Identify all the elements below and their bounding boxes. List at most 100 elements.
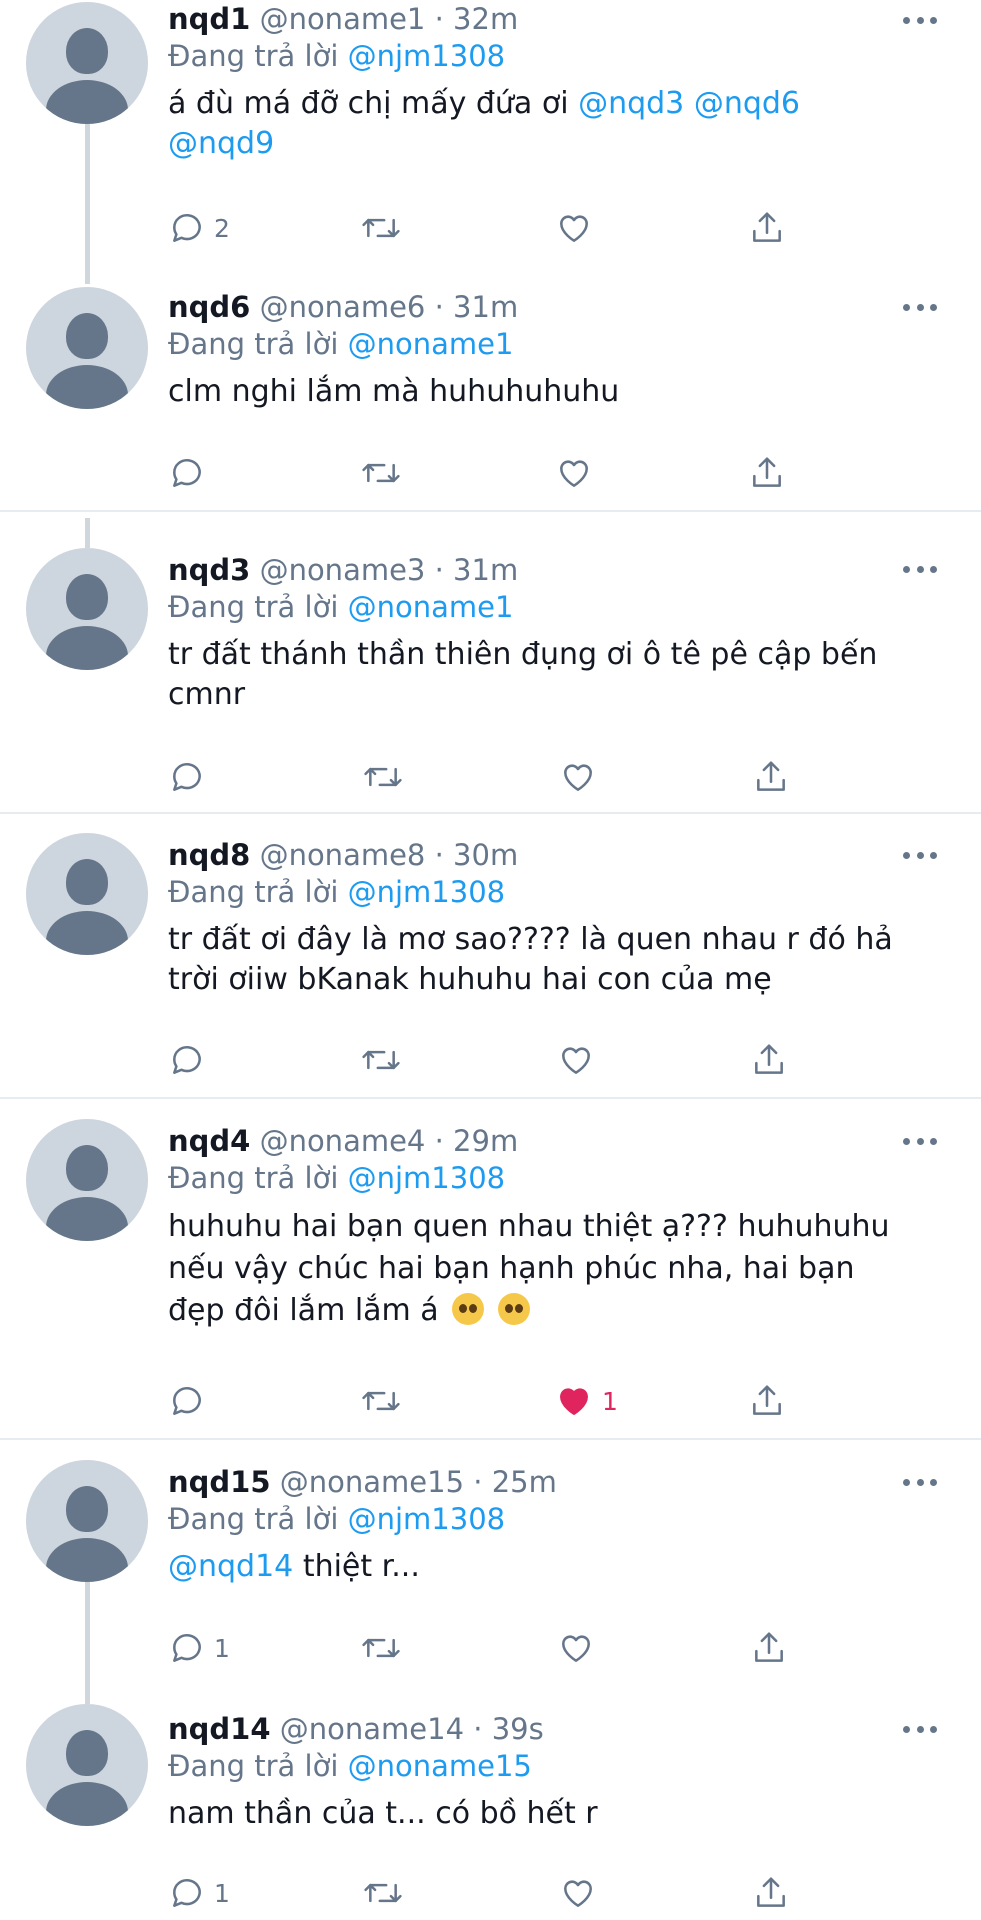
retweet-button[interactable] <box>360 1040 402 1080</box>
retweet-button[interactable] <box>362 757 404 797</box>
timestamp[interactable]: 31m <box>453 290 518 324</box>
like-button[interactable]: 1 <box>554 1381 618 1421</box>
like-button[interactable] <box>556 1628 596 1668</box>
reply-to: Đang trả lời @njm1308 <box>168 1161 506 1195</box>
retweet-button[interactable] <box>360 453 402 493</box>
like-button[interactable] <box>554 453 594 493</box>
timestamp[interactable]: 32m <box>453 2 518 36</box>
retweet-icon <box>362 218 400 238</box>
mention-link[interactable]: @nqd3 <box>578 86 684 121</box>
share-icon <box>757 1877 785 1907</box>
tweet-text: @nqd14 thiệt r... <box>168 1549 420 1584</box>
handle[interactable]: @noname15 <box>280 1465 464 1499</box>
reply-button[interactable] <box>168 757 214 797</box>
handle[interactable]: @noname8 <box>260 838 426 872</box>
display-name[interactable]: nqd14 <box>168 1712 271 1746</box>
display-name[interactable]: nqd1 <box>168 2 250 36</box>
like-button[interactable] <box>558 1873 598 1913</box>
timestamp[interactable]: 29m <box>453 1124 518 1158</box>
divider <box>0 510 981 512</box>
more-icon[interactable] <box>903 566 937 576</box>
reply-icon <box>173 459 201 487</box>
like-filled-icon <box>560 1388 588 1415</box>
like-button[interactable] <box>554 208 594 248</box>
reply-icon <box>173 1387 201 1415</box>
more-icon[interactable] <box>903 304 937 314</box>
timestamp[interactable]: 25m <box>492 1465 557 1499</box>
display-name[interactable]: nqd8 <box>168 838 250 872</box>
reply-button[interactable]: 2 <box>168 208 230 248</box>
share-icon <box>755 1044 783 1074</box>
action-bar <box>168 757 808 797</box>
thread-line <box>85 1582 90 1704</box>
reply-to: Đang trả lời @noname1 <box>168 327 514 361</box>
reply-button[interactable] <box>168 453 214 493</box>
thread-line <box>85 518 90 548</box>
more-icon[interactable] <box>903 1138 937 1148</box>
share-icon <box>753 212 781 242</box>
share-button[interactable] <box>748 1381 786 1421</box>
more-icon[interactable] <box>903 852 937 862</box>
thread-line <box>85 124 90 284</box>
reply-to-link[interactable]: @njm1308 <box>348 1502 506 1536</box>
like-button[interactable] <box>558 757 598 797</box>
avatar[interactable] <box>26 548 148 670</box>
retweet-button[interactable] <box>360 1628 402 1668</box>
avatar[interactable] <box>26 1460 148 1582</box>
reply-to-link[interactable]: @njm1308 <box>348 1161 506 1195</box>
reply-to-link[interactable]: @noname15 <box>348 1749 532 1783</box>
reply-button[interactable]: 1 <box>168 1628 230 1668</box>
like-button[interactable] <box>556 1040 596 1080</box>
reply-to-link[interactable]: @njm1308 <box>348 875 506 909</box>
action-bar: 1 <box>168 1873 808 1913</box>
mention-link[interactable]: @nqd6 <box>694 86 800 121</box>
reply-button[interactable]: 1 <box>168 1873 230 1913</box>
reply-to-link[interactable]: @noname1 <box>348 327 514 361</box>
share-icon <box>757 761 785 791</box>
display-name[interactable]: nqd6 <box>168 290 250 324</box>
share-button[interactable] <box>748 208 786 248</box>
share-button[interactable] <box>752 1873 790 1913</box>
display-name[interactable]: nqd3 <box>168 553 250 587</box>
reply-to-link[interactable]: @njm1308 <box>348 39 506 73</box>
reply-to-link[interactable]: @noname1 <box>348 590 514 624</box>
retweet-button[interactable] <box>360 208 402 248</box>
more-icon[interactable] <box>903 1479 937 1489</box>
avatar[interactable] <box>26 2 148 124</box>
reply-icon <box>173 763 201 791</box>
reply-button[interactable] <box>168 1381 214 1421</box>
retweet-button[interactable] <box>360 1381 402 1421</box>
reply-count: 1 <box>214 1878 230 1908</box>
retweet-button[interactable] <box>362 1873 404 1913</box>
handle[interactable]: @noname6 <box>260 290 426 324</box>
timestamp[interactable]: 31m <box>453 553 518 587</box>
handle[interactable]: @noname3 <box>260 553 426 587</box>
reply-to: Đang trả lời @njm1308 <box>168 1502 506 1536</box>
avatar[interactable] <box>26 833 148 955</box>
timestamp[interactable]: 39s <box>492 1712 544 1746</box>
more-icon[interactable] <box>903 17 937 27</box>
like-icon <box>562 1047 590 1074</box>
display-name[interactable]: nqd4 <box>168 1124 250 1158</box>
reply-button[interactable] <box>168 1040 214 1080</box>
reply-icon <box>173 1046 201 1074</box>
tweet-text: huhuhu hai bạn quen nhau thiệt ạ??? huhu… <box>168 1209 890 1328</box>
share-button[interactable] <box>752 757 790 797</box>
handle[interactable]: @noname4 <box>260 1124 426 1158</box>
display-name[interactable]: nqd15 <box>168 1465 271 1499</box>
share-button[interactable] <box>748 453 786 493</box>
more-icon[interactable] <box>903 1726 937 1736</box>
mention-link[interactable]: @nqd14 <box>168 1549 293 1584</box>
tweet-text: clm nghi lắm mà huhuhuhuhu <box>168 374 620 409</box>
share-button[interactable] <box>750 1628 788 1668</box>
avatar[interactable] <box>26 1704 148 1826</box>
divider <box>0 812 981 814</box>
handle[interactable]: @noname1 <box>260 2 426 36</box>
share-button[interactable] <box>750 1040 788 1080</box>
action-bar: 1 <box>168 1381 808 1421</box>
avatar[interactable] <box>26 287 148 409</box>
avatar[interactable] <box>26 1119 148 1241</box>
mention-link[interactable]: @nqd9 <box>168 126 274 161</box>
handle[interactable]: @noname14 <box>280 1712 464 1746</box>
timestamp[interactable]: 30m <box>453 838 518 872</box>
